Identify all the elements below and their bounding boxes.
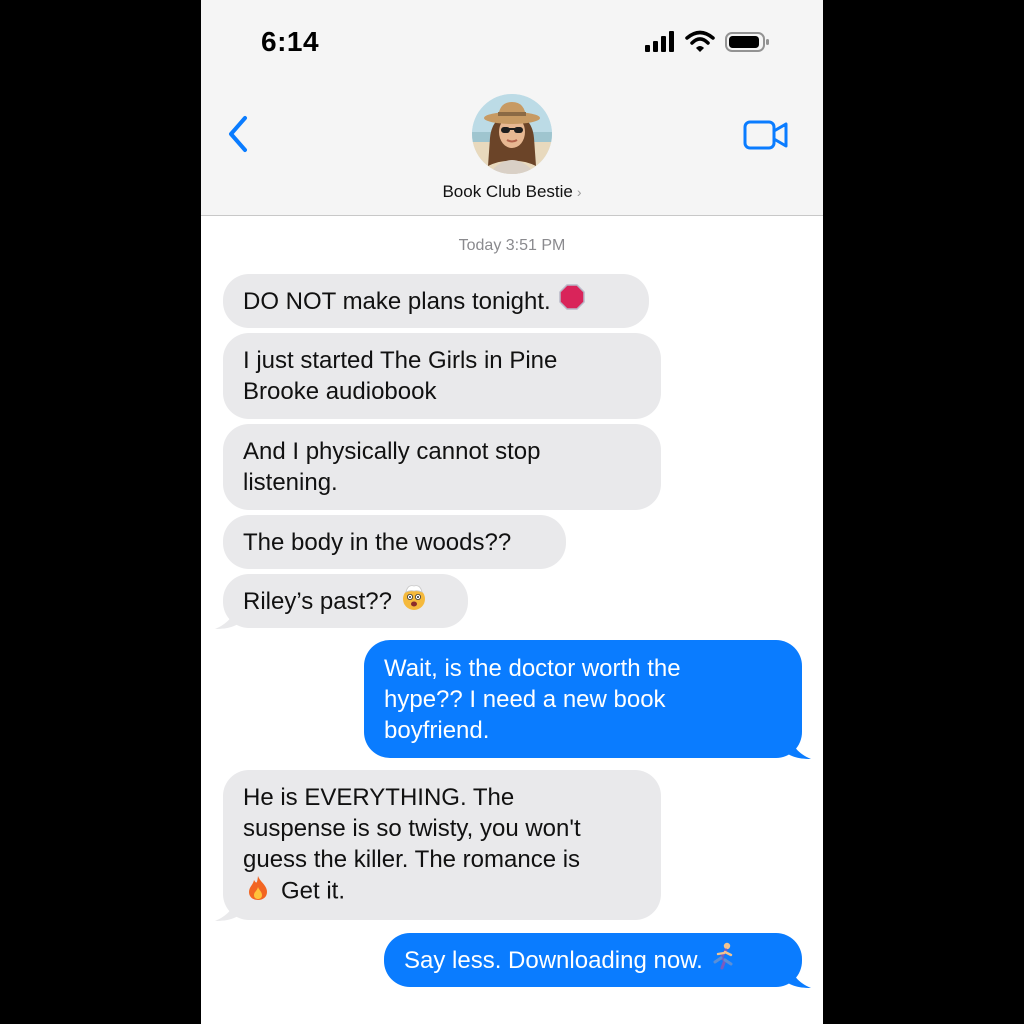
message-text: Riley’s past?? [243, 587, 392, 615]
received-bubble-tail [215, 896, 243, 921]
running-person-emoji-icon [711, 942, 737, 978]
message-text-line-with-emoji: Get it. [243, 875, 345, 909]
contact-name: Book Club Bestie [442, 182, 573, 201]
message-text: DO NOT make plans tonight. [243, 287, 551, 315]
message-text-line: boyfriend. [384, 716, 490, 744]
sent-bubble-tail [783, 734, 811, 759]
message-text: Get it. [281, 876, 346, 904]
received-message-bubble[interactable]: DO NOT make plans tonight. [223, 274, 649, 328]
message-text: The body in the woods?? [243, 528, 512, 556]
message-text-line: suspense is so twisty, you won't [243, 814, 581, 842]
video-call-icon[interactable] [743, 118, 789, 152]
received-bubble-tail [215, 604, 243, 629]
received-message-bubble[interactable]: I just started The Girls in Pine Brooke … [223, 333, 661, 419]
back-chevron-icon[interactable] [223, 112, 253, 156]
conversation-header: 6:14 Book Club Bestie › [201, 0, 823, 216]
message-text-line: guess the killer. The romance is [243, 845, 581, 873]
sent-bubble-tail [783, 963, 811, 988]
phone-screen: 6:14 Book Club Bestie › Today 3:51 PM DO… [201, 0, 823, 1024]
message-text-line: Wait, is the doctor worth the [384, 654, 681, 682]
contact-avatar[interactable] [472, 94, 552, 174]
battery-icon [725, 30, 771, 54]
received-message-bubble[interactable]: He is EVERYTHING. The suspense is so twi… [223, 770, 661, 920]
contact-details-chevron-icon: › [576, 184, 582, 200]
message-text-line: listening. [243, 469, 338, 496]
sent-message-bubble[interactable]: Wait, is the doctor worth the hype?? I n… [364, 640, 802, 758]
message-text-line: And I physically cannot stop [243, 438, 541, 465]
status-time: 6:14 [261, 26, 320, 57]
contact-name-link[interactable]: Book Club Bestie › [201, 182, 823, 202]
received-message-bubble[interactable]: Riley’s past?? [223, 574, 468, 628]
message-text-line: He is EVERYTHING. The [243, 783, 515, 811]
sent-message-bubble[interactable]: Say less. Downloading now. [384, 933, 802, 987]
stop-sign-icon [558, 284, 585, 318]
message-text-line: I just started The Girls in Pine [243, 347, 558, 374]
message-text: Say less. Downloading now. [404, 946, 703, 974]
fire-emoji-icon [247, 875, 269, 909]
message-timestamp: Today 3:51 PM [458, 237, 566, 254]
wifi-icon [685, 30, 715, 54]
message-text-line: Brooke audiobook [243, 378, 437, 405]
received-message-bubble[interactable]: The body in the woods?? [223, 515, 566, 569]
received-message-bubble[interactable]: And I physically cannot stop listening. [223, 424, 661, 510]
message-text-line: hype?? I need a new book [384, 685, 666, 713]
cellular-signal-icon [645, 30, 677, 52]
mind-blown-emoji-icon [400, 583, 428, 619]
